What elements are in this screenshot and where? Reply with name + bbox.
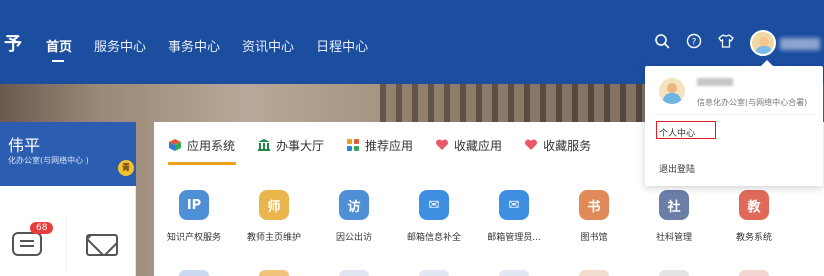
app-icon-partial xyxy=(179,270,209,276)
message-count-badge: 68 xyxy=(30,222,54,234)
ip-icon: IP xyxy=(179,190,209,220)
user-badge: 青 xyxy=(118,160,134,176)
tab-recommended-apps[interactable]: 推荐应用 xyxy=(346,136,413,154)
teacher-icon: 师 xyxy=(259,190,289,220)
app-icon-partial xyxy=(579,270,609,276)
app-label: 教务系统 xyxy=(735,233,772,243)
app-icon-partial xyxy=(739,270,769,276)
app-label: 知识产权服务 xyxy=(166,233,221,243)
tab-label: 应用系统 xyxy=(187,138,236,153)
app-label: 邮箱管理员... xyxy=(487,233,541,243)
tab-favorite-services[interactable]: 收藏服务 xyxy=(524,136,591,154)
academic-icon: 教 xyxy=(739,190,769,220)
heart-icon xyxy=(524,138,538,152)
search-icon[interactable] xyxy=(652,33,672,53)
app-icon-partial xyxy=(419,270,449,276)
user-dropdown-menu: 信息化办公室(与网络中心合署) 个人中心 退出登陆 xyxy=(645,60,823,186)
document-icon: 社 xyxy=(659,190,689,220)
app-icon-partial xyxy=(659,270,689,276)
app-label: 因公出访 xyxy=(335,233,372,243)
app-mailbox-admin[interactable]: ✉ 邮箱管理员... xyxy=(474,190,554,243)
tab-favorite-apps[interactable]: 收藏应用 xyxy=(435,136,502,154)
dropdown-divider xyxy=(655,114,815,115)
app-teacher-homepage[interactable]: 师 教师主页维护 xyxy=(234,190,314,243)
tab-label: 办事大厅 xyxy=(276,138,325,153)
app-social-science[interactable]: 社 社科管理 xyxy=(634,190,714,243)
tab-label: 收藏服务 xyxy=(543,138,592,153)
mail-icon[interactable] xyxy=(86,234,118,256)
app-academic-affairs[interactable]: 教 教务系统 xyxy=(714,190,794,243)
app-official-visit[interactable]: 访 因公出访 xyxy=(314,190,394,243)
nav-home[interactable]: 首页 xyxy=(46,36,72,62)
bank-icon xyxy=(257,138,271,152)
shirt-icon[interactable] xyxy=(716,33,736,53)
message-icon[interactable] xyxy=(12,232,42,256)
heart-icon xyxy=(435,138,449,152)
tab-service-hall[interactable]: 办事大厅 xyxy=(257,136,324,154)
app-label: 社科管理 xyxy=(655,233,692,243)
tab-app-systems[interactable]: 应用系统 xyxy=(168,136,237,165)
menu-item-profile[interactable]: 个人中心 xyxy=(659,126,695,139)
nav-news-center[interactable]: 资讯中心 xyxy=(242,36,294,55)
app-label: 图书馆 xyxy=(580,233,608,243)
main-nav: 首页 服务中心 事务中心 资讯中心 日程中心 xyxy=(46,36,390,62)
tab-label: 推荐应用 xyxy=(365,138,414,153)
dropdown-avatar xyxy=(659,78,685,104)
site-logo[interactable]: 予 xyxy=(4,30,22,56)
menu-item-logout[interactable]: 退出登陆 xyxy=(659,162,695,175)
app-label: 邮箱信息补全 xyxy=(406,233,461,243)
app-icon-partial xyxy=(499,270,529,276)
cube-icon xyxy=(168,138,182,152)
nav-affairs-center[interactable]: 事务中心 xyxy=(168,36,220,55)
app-icon-partial xyxy=(259,270,289,276)
tab-label: 收藏应用 xyxy=(454,138,503,153)
app-grid: IP 知识产权服务 师 教师主页维护 访 因公出访 ✉ 邮箱信息补全 ✉ 邮箱管… xyxy=(154,190,824,243)
dropdown-user-dept: 信息化办公室(与网络中心合署) xyxy=(697,98,808,107)
app-icon-partial xyxy=(339,270,369,276)
app-mailbox-info[interactable]: ✉ 邮箱信息补全 xyxy=(394,190,474,243)
svg-text:?: ? xyxy=(692,38,697,48)
app-library[interactable]: 书 图书馆 xyxy=(554,190,634,243)
nav-schedule-center[interactable]: 日程中心 xyxy=(316,36,368,55)
mail-icon: ✉ xyxy=(499,190,529,220)
app-label: 教师主页维护 xyxy=(246,233,301,243)
visit-icon: 访 xyxy=(339,190,369,220)
app-grid-row2-partial xyxy=(154,270,824,276)
library-icon: 书 xyxy=(579,190,609,220)
user-name-blurred[interactable] xyxy=(780,38,820,50)
tool-divider xyxy=(66,216,67,272)
user-card: 伟平 化办公室(与网络中心 ) 青 xyxy=(0,122,136,186)
app-ip-service[interactable]: IP 知识产权服务 xyxy=(154,190,234,243)
user-avatar[interactable] xyxy=(750,30,776,56)
app-tabs: 应用系统 办事大厅 推荐应用 收藏应用 收藏服务 xyxy=(168,136,613,165)
quick-tools-panel: 68 xyxy=(0,186,136,276)
user-name: 伟平 xyxy=(8,136,41,155)
nav-service-center[interactable]: 服务中心 xyxy=(94,36,146,55)
dropdown-user-name-blurred xyxy=(697,78,733,86)
mail-icon: ✉ xyxy=(419,190,449,220)
grid-icon xyxy=(346,138,360,152)
help-icon[interactable]: ? xyxy=(684,33,704,53)
user-department: 化办公室(与网络中心 ) xyxy=(8,156,89,165)
